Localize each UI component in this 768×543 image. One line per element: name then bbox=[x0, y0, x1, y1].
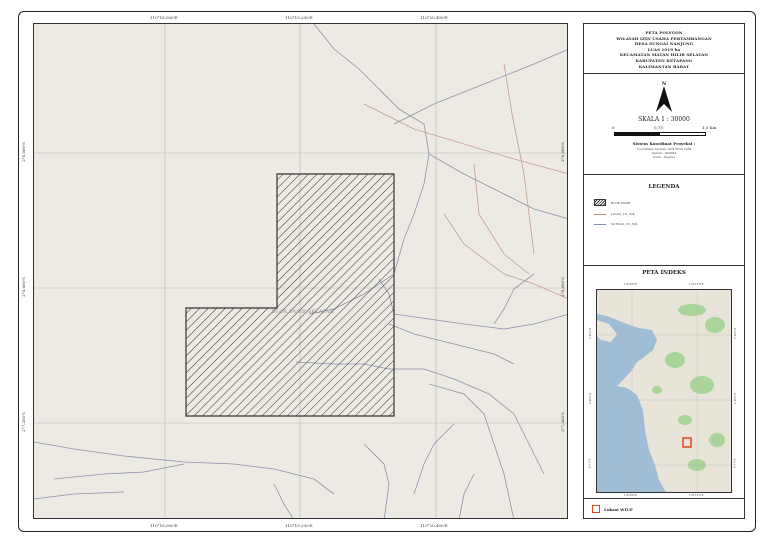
right-tick-1: 2°6,000'S bbox=[559, 142, 565, 162]
index-right-tick: 1°48'0"S bbox=[734, 392, 738, 405]
north-arrow-icon bbox=[656, 86, 672, 112]
top-tick-3: 110°20,400'E bbox=[420, 15, 448, 20]
left-tick-1: 2°6,000'S bbox=[20, 142, 26, 162]
left-tick-2: 2°6,600'S bbox=[20, 277, 26, 297]
top-tick-2: 110°19,200'E bbox=[285, 15, 313, 20]
legend-item-hatch: BLOK PASIR bbox=[594, 199, 630, 206]
polygon-label: BLOK PASIR SELATAN bbox=[272, 309, 335, 315]
road-line-icon bbox=[594, 213, 606, 215]
crs-line: Units : Degree bbox=[652, 155, 676, 159]
location-box-icon bbox=[592, 505, 600, 513]
north-scale-panel: N SKALA 1 : 30000 0 0,75 1,5 Km Sistem K… bbox=[583, 73, 745, 175]
right-tick-2: 2°6,600'S bbox=[559, 277, 565, 297]
location-legend-panel: Lokasi WIUP bbox=[583, 498, 745, 519]
index-map[interactable] bbox=[596, 289, 732, 493]
right-tick-3: 2°7,200'S bbox=[559, 412, 565, 432]
index-bottom-tick: 110°12'0"E bbox=[689, 494, 704, 497]
main-map[interactable]: BLOK PASIR SELATAN bbox=[33, 23, 568, 519]
index-top-tick: 110°12'0"E bbox=[689, 283, 704, 286]
legend-item-river: SUNGAI_LN_50K bbox=[594, 222, 638, 226]
index-map-title: PETA INDEKS bbox=[642, 270, 686, 276]
legend-panel: LEGENDA BLOK PASIR JALAN_LN_50K SUNGAI_L… bbox=[583, 174, 745, 266]
legend-title: LEGENDA bbox=[648, 184, 680, 190]
scale-label-mid: 0,75 bbox=[654, 125, 663, 130]
crs-title: Sistem Koordinat Proyeksi : bbox=[632, 141, 696, 146]
river-line-icon bbox=[594, 223, 606, 225]
top-tick-1: 110°18,000'E bbox=[150, 15, 178, 20]
legend-label: SUNGAI_LN_50K bbox=[611, 222, 638, 226]
left-tick-3: 2°7,200'S bbox=[20, 412, 26, 432]
index-map-panel: PETA INDEKS 110°0'0"E 110°12'0"E 110°0'0… bbox=[583, 265, 745, 499]
legend-label: JALAN_LN_50K bbox=[611, 212, 635, 216]
index-bottom-tick: 110°0'0"E bbox=[624, 494, 637, 497]
index-right-tick: 2°0'0"S bbox=[733, 458, 737, 469]
scale-bar bbox=[614, 132, 706, 136]
wiup-polygon[interactable] bbox=[185, 173, 395, 417]
index-top-tick: 110°0'0"E bbox=[624, 283, 637, 286]
index-left-tick: 1°36'0"S bbox=[589, 327, 593, 340]
bottom-tick-2: 110°19,200'E bbox=[285, 523, 313, 528]
title-block: PETA POLYGON WILAYAH IZIN USAHA PERTAMBA… bbox=[583, 23, 745, 74]
main-map-canvas bbox=[34, 24, 567, 518]
index-left-tick: 2°0'0"S bbox=[588, 458, 592, 469]
bottom-tick-1: 110°18,000'E bbox=[150, 523, 178, 528]
scale-label-end: 1,5 Km bbox=[702, 125, 717, 130]
legend-item-road: JALAN_LN_50K bbox=[594, 212, 635, 216]
title-line: KALIMANTAN BARAT bbox=[638, 63, 690, 69]
bottom-tick-3: 110°20,400'E bbox=[420, 523, 448, 528]
index-right-tick: 1°36'0"S bbox=[734, 327, 738, 340]
hatch-swatch-icon bbox=[594, 199, 606, 206]
index-left-tick: 1°48'0"S bbox=[589, 392, 593, 405]
location-label: Lokasi WIUP bbox=[604, 506, 633, 512]
scale-text: SKALA 1 : 30000 bbox=[638, 116, 690, 123]
index-map-canvas bbox=[597, 290, 731, 492]
location-legend-item: Lokasi WIUP bbox=[592, 505, 633, 513]
legend-label: BLOK PASIR bbox=[611, 200, 631, 205]
scale-label-0: 0 bbox=[612, 125, 615, 130]
